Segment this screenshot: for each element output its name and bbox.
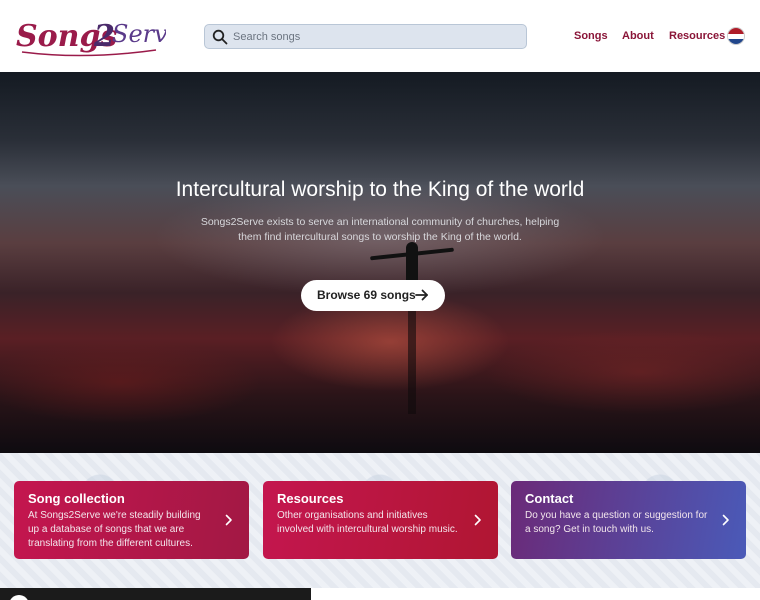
media-player-strip xyxy=(0,588,311,600)
card-title: Resources xyxy=(277,491,344,506)
features-section: Song collection At Songs2Serve we're ste… xyxy=(0,453,760,588)
card-resources[interactable]: Resources Other organisations and initia… xyxy=(263,481,498,559)
card-title: Contact xyxy=(525,491,574,506)
card-song-collection[interactable]: Song collection At Songs2Serve we're ste… xyxy=(14,481,249,559)
search-icon xyxy=(212,29,228,45)
hero-banner: Intercultural worship to the King of the… xyxy=(0,72,760,453)
nav-about[interactable]: About xyxy=(622,29,654,43)
card-title: Song collection xyxy=(28,491,125,506)
card-text: Do you have a question or suggestion for… xyxy=(525,510,708,535)
arrow-right-icon xyxy=(415,289,428,301)
search-input[interactable] xyxy=(233,26,518,47)
nav-songs[interactable]: Songs xyxy=(574,29,608,43)
hero-title: Intercultural worship to the King of the… xyxy=(175,178,585,201)
flag-netherlands-icon[interactable] xyxy=(727,27,745,45)
chevron-right-icon xyxy=(474,514,481,526)
card-text: At Songs2Serve we're steadily building u… xyxy=(28,510,201,549)
hero-description: Songs2Serve exists to serve an internati… xyxy=(200,216,560,243)
site-header: Songs 2 Serve Songs About Resources xyxy=(0,0,760,72)
chevron-right-icon xyxy=(722,514,729,526)
logo-serve-text: Serve xyxy=(112,20,166,48)
browse-songs-button[interactable]: Browse 69 songs xyxy=(301,280,445,311)
card-text: Other organisations and initiatives invo… xyxy=(277,510,458,535)
nav-resources[interactable]: Resources xyxy=(669,29,725,43)
card-contact[interactable]: Contact Do you have a question or sugges… xyxy=(511,481,746,559)
browse-songs-label: Browse 69 songs xyxy=(317,288,416,302)
site-logo[interactable]: Songs 2 Serve xyxy=(16,12,182,62)
search-box[interactable] xyxy=(204,24,527,49)
chevron-right-icon xyxy=(225,514,232,526)
content-section xyxy=(311,588,760,600)
